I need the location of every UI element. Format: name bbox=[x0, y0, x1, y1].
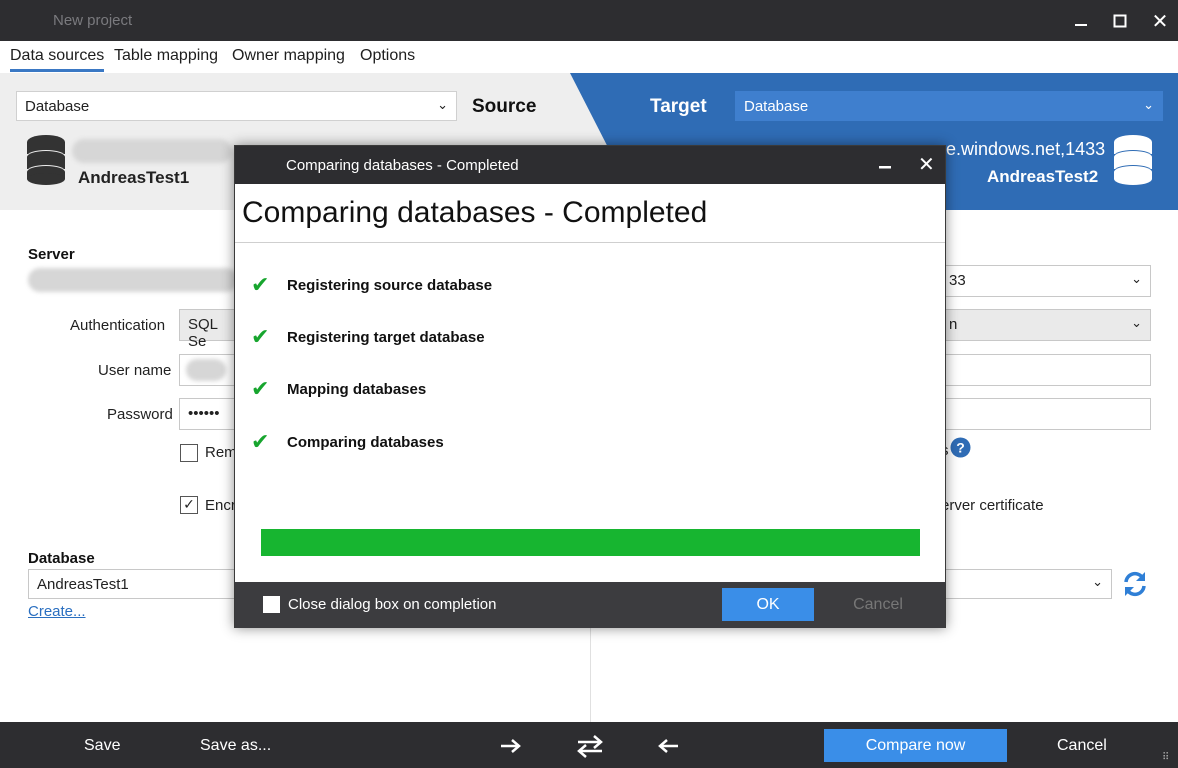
dialog-heading: Comparing databases - Completed bbox=[242, 196, 708, 229]
ok-button[interactable]: OK bbox=[722, 588, 814, 621]
source-label: Source bbox=[472, 96, 537, 117]
maximize-button[interactable] bbox=[1107, 8, 1133, 34]
database-input[interactable]: AndreasTest1 bbox=[28, 569, 240, 599]
cancel-button[interactable]: Cancel bbox=[1057, 737, 1107, 755]
resize-grip-icon[interactable]: ⠿ bbox=[1162, 752, 1174, 764]
bottom-bar: Save Save as... Compare now Cancel ⠿ bbox=[0, 722, 1178, 768]
title-bar: New project ✕ bbox=[0, 0, 1178, 41]
target-password-input[interactable] bbox=[940, 398, 1151, 430]
progress-bar-fill bbox=[261, 529, 920, 556]
close-icon: ✕ bbox=[918, 154, 935, 176]
close-on-completion-checkbox[interactable] bbox=[263, 596, 280, 613]
authentication-select[interactable]: SQL Se bbox=[179, 309, 239, 350]
target-label: Target bbox=[650, 96, 707, 117]
tab-options[interactable]: Options bbox=[360, 47, 415, 69]
target-db-name: AndreasTest2 bbox=[987, 167, 1099, 186]
encrypt-label: Encr bbox=[205, 497, 236, 514]
dialog-separator bbox=[235, 242, 945, 243]
checkmark-icon: ✔ bbox=[251, 376, 270, 401]
refresh-icon[interactable] bbox=[1121, 570, 1149, 598]
step-item: ✔ Registering source database bbox=[251, 272, 493, 297]
dialog-footer: Close dialog box on completion OK Cancel bbox=[235, 582, 945, 628]
close-button[interactable]: ✕ bbox=[1147, 8, 1173, 34]
target-username-input[interactable] bbox=[940, 354, 1151, 386]
tab-owner-mapping[interactable]: Owner mapping bbox=[232, 47, 345, 69]
svg-text:?: ? bbox=[956, 440, 965, 456]
username-label: User name bbox=[98, 362, 172, 379]
step-label: Registering source database bbox=[287, 276, 493, 294]
tab-bar: Data sources Table mapping Owner mapping… bbox=[0, 41, 1178, 73]
progress-bar bbox=[261, 529, 920, 556]
source-db-name: AndreasTest1 bbox=[78, 168, 190, 187]
dialog-minimize-button[interactable] bbox=[878, 156, 892, 175]
minimize-icon bbox=[879, 166, 891, 169]
dialog-window-title: Comparing databases - Completed bbox=[286, 157, 519, 174]
step-item: ✔ Registering target database bbox=[251, 324, 485, 349]
dialog-cancel-button[interactable]: Cancel bbox=[833, 588, 923, 621]
step-item: ✔ Mapping databases bbox=[251, 376, 427, 401]
step-label: Comparing databases bbox=[287, 433, 444, 451]
dialog-close-button[interactable]: ✕ bbox=[918, 152, 935, 177]
arrow-right-icon[interactable] bbox=[500, 738, 522, 754]
compare-now-button[interactable]: Compare now bbox=[824, 729, 1007, 762]
close-icon: ✕ bbox=[1151, 10, 1169, 33]
step-item: ✔ Comparing databases bbox=[251, 429, 444, 454]
step-label: Mapping databases bbox=[287, 380, 427, 398]
dialog-title-bar: Comparing databases - Completed ✕ bbox=[235, 146, 945, 184]
target-type-select[interactable]: Database ⌄ bbox=[735, 91, 1163, 121]
database-icon bbox=[27, 135, 65, 185]
encrypt-checkbox[interactable]: ✓ bbox=[180, 496, 198, 514]
chevron-down-icon: ⌄ bbox=[1131, 315, 1142, 330]
username-input[interactable] bbox=[179, 354, 239, 386]
password-label: Password bbox=[107, 406, 173, 423]
arrow-left-icon[interactable] bbox=[657, 738, 679, 754]
target-cert-label: erver certificate bbox=[941, 497, 1044, 514]
target-auth-value: n bbox=[949, 316, 958, 333]
chevron-down-icon: ⌄ bbox=[437, 97, 448, 112]
source-type-select[interactable]: Database ⌄ bbox=[16, 91, 457, 121]
database-icon bbox=[1114, 135, 1152, 185]
close-on-completion-label: Close dialog box on completion bbox=[288, 596, 497, 613]
database-value: AndreasTest1 bbox=[37, 576, 129, 593]
target-server-select[interactable]: 33 ⌄ bbox=[940, 265, 1151, 297]
redacted-server-input[interactable] bbox=[28, 268, 238, 292]
tab-data-sources[interactable]: Data sources bbox=[10, 47, 105, 72]
save-button[interactable]: Save bbox=[84, 737, 120, 755]
authentication-value: SQL Se bbox=[188, 316, 218, 350]
target-type-value: Database bbox=[744, 98, 809, 115]
target-auth-select[interactable]: n ⌄ bbox=[940, 309, 1151, 341]
minimize-icon bbox=[1075, 24, 1087, 26]
help-icon[interactable]: ? bbox=[950, 437, 971, 458]
chevron-down-icon: ⌄ bbox=[1131, 271, 1142, 286]
tab-table-mapping[interactable]: Table mapping bbox=[114, 47, 218, 69]
password-value: •••••• bbox=[188, 405, 220, 422]
create-link[interactable]: Create... bbox=[28, 603, 86, 620]
maximize-icon bbox=[1113, 14, 1127, 28]
chevron-down-icon: ⌄ bbox=[1092, 574, 1103, 589]
checkmark-icon: ✔ bbox=[251, 429, 270, 454]
swap-icon[interactable] bbox=[575, 734, 605, 758]
password-input[interactable]: •••••• bbox=[179, 398, 239, 430]
minimize-button[interactable] bbox=[1068, 8, 1094, 34]
step-label: Registering target database bbox=[287, 328, 485, 346]
redacted-server bbox=[72, 139, 232, 163]
target-server: e.windows.net,1433 bbox=[946, 139, 1106, 159]
checkmark-icon: ✔ bbox=[251, 272, 270, 297]
source-type-value: Database bbox=[25, 98, 90, 115]
remember-label: Rem bbox=[205, 444, 237, 461]
save-as-button[interactable]: Save as... bbox=[200, 737, 271, 755]
target-database-select[interactable]: ⌄ bbox=[940, 569, 1112, 599]
compare-dialog: Comparing databases - Completed ✕ Compar… bbox=[234, 145, 946, 628]
remember-checkbox[interactable] bbox=[180, 444, 198, 462]
server-label: Server bbox=[28, 246, 75, 263]
authentication-label: Authentication bbox=[70, 317, 166, 334]
chevron-down-icon: ⌄ bbox=[1143, 97, 1154, 112]
window-title: New project bbox=[53, 12, 133, 29]
database-label: Database bbox=[28, 550, 95, 567]
target-server-value: 33 bbox=[949, 272, 966, 289]
checkmark-icon: ✔ bbox=[251, 324, 270, 349]
redacted-username bbox=[186, 359, 226, 381]
